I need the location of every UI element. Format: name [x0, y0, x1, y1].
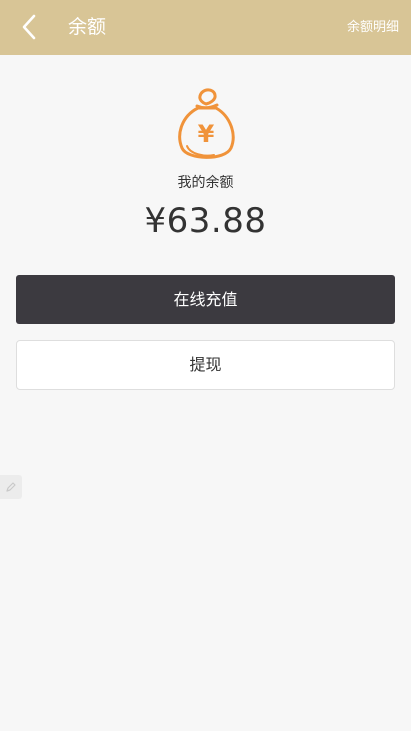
yuan-symbol: ¥ — [198, 120, 215, 148]
edit-icon — [6, 482, 16, 492]
balance-detail-link[interactable]: 余额明细 — [347, 0, 399, 55]
page-title: 余额 — [68, 16, 107, 38]
side-edit-tab[interactable] — [0, 475, 22, 499]
app-header: 余额 余额明细 — [0, 0, 411, 55]
balance-label: 我的余额 — [177, 175, 234, 191]
withdraw-button[interactable]: 提现 — [16, 340, 395, 390]
online-recharge-button[interactable]: 在线充值 — [16, 275, 395, 324]
back-button[interactable] — [14, 12, 44, 42]
balance-amount: ¥63.88 — [144, 201, 267, 241]
money-bag-yuan-icon: ¥ — [178, 88, 235, 159]
chevron-left-icon — [22, 14, 36, 40]
